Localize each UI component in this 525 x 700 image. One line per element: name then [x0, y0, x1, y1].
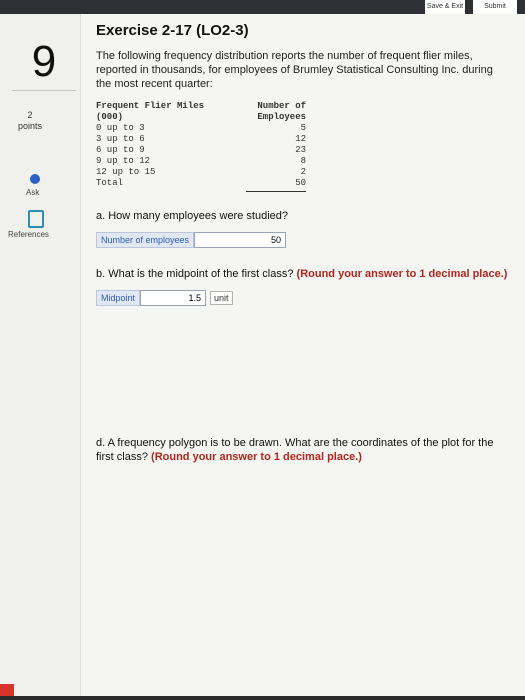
table-cell-frequency: 23 — [295, 145, 306, 155]
question-content: Exercise 2-17 (LO2-3) The following freq… — [96, 22, 511, 464]
table-header-miles: Frequent Flier Miles (000) — [96, 101, 205, 122]
table-total-divider — [246, 191, 306, 192]
table-cell-frequency: 12 — [295, 134, 306, 144]
references-icon[interactable] — [28, 210, 44, 228]
table-row: 9 up to 12 8 — [96, 156, 306, 167]
table-row: 6 up to 9 23 — [96, 145, 306, 156]
question-b-instruction: (Round your answer to 1 decimal place.) — [296, 268, 508, 280]
table-cell-class: 0 up to 3 — [96, 123, 145, 133]
references-label[interactable]: References — [8, 230, 49, 239]
question-b: b. What is the midpoint of the first cla… — [96, 268, 511, 280]
question-a: a. How many employees were studied? — [96, 210, 288, 222]
table-row: 12 up to 15 2 — [96, 167, 306, 178]
table-cell-frequency: 8 — [300, 156, 306, 166]
table-cell-class: 3 up to 6 — [96, 134, 145, 144]
ask-icon[interactable] — [30, 174, 40, 184]
answer-a: Number of employees 50 — [96, 232, 511, 248]
frequency-table: Frequent Flier Miles (000) Number of Emp… — [96, 101, 306, 192]
table-header-employees: Number of Employees — [257, 101, 306, 122]
question-sidebar: 9 2 points Ask References — [0, 14, 81, 700]
points-label: points — [18, 121, 43, 131]
midpoint-label: Midpoint — [96, 290, 141, 306]
answer-b: Midpoint 1.5 unit — [96, 290, 511, 306]
midpoint-unit: unit — [210, 291, 233, 305]
screen: Save & Exit Submit 9 2 points Ask Refere… — [0, 0, 525, 700]
table-cell-frequency: 5 — [300, 123, 306, 133]
employees-input[interactable]: 50 — [194, 232, 287, 248]
midpoint-input[interactable]: 1.5 — [140, 290, 207, 306]
question-d: d. A frequency polygon is to be drawn. W… — [96, 436, 511, 464]
submit-button[interactable]: Submit — [473, 0, 517, 14]
question-b-text: b. What is the midpoint of the first cla… — [96, 268, 294, 280]
table-cell-class: 9 up to 12 — [96, 156, 151, 166]
table-cell-class: 12 up to 15 — [96, 167, 156, 177]
exercise-title: Exercise 2-17 (LO2-3) — [96, 22, 249, 39]
table-header-row: Frequent Flier Miles (000) Number of Emp… — [96, 101, 306, 123]
table-cell-class: 6 up to 9 — [96, 145, 145, 155]
save-exit-button[interactable]: Save & Exit — [425, 0, 465, 14]
points-indicator: 2 points — [18, 110, 42, 132]
bottom-bar — [0, 696, 525, 700]
table-total-value: 50 — [295, 178, 306, 188]
exercise-intro: The following frequency distribution rep… — [96, 50, 493, 90]
table-row: 0 up to 3 5 — [96, 123, 306, 134]
points-value: 2 — [27, 110, 33, 120]
question-number: 9 — [12, 34, 76, 91]
table-cell-frequency: 2 — [300, 167, 306, 177]
table-total-row: Total 50 — [96, 178, 306, 189]
question-d-instruction: (Round your answer to 1 decimal place.) — [151, 451, 362, 463]
table-total-label: Total — [96, 178, 124, 188]
top-toolbar: Save & Exit Submit — [0, 0, 525, 14]
table-row: 3 up to 6 12 — [96, 134, 306, 145]
ask-label[interactable]: Ask — [26, 188, 39, 197]
employees-label: Number of employees — [96, 232, 195, 248]
